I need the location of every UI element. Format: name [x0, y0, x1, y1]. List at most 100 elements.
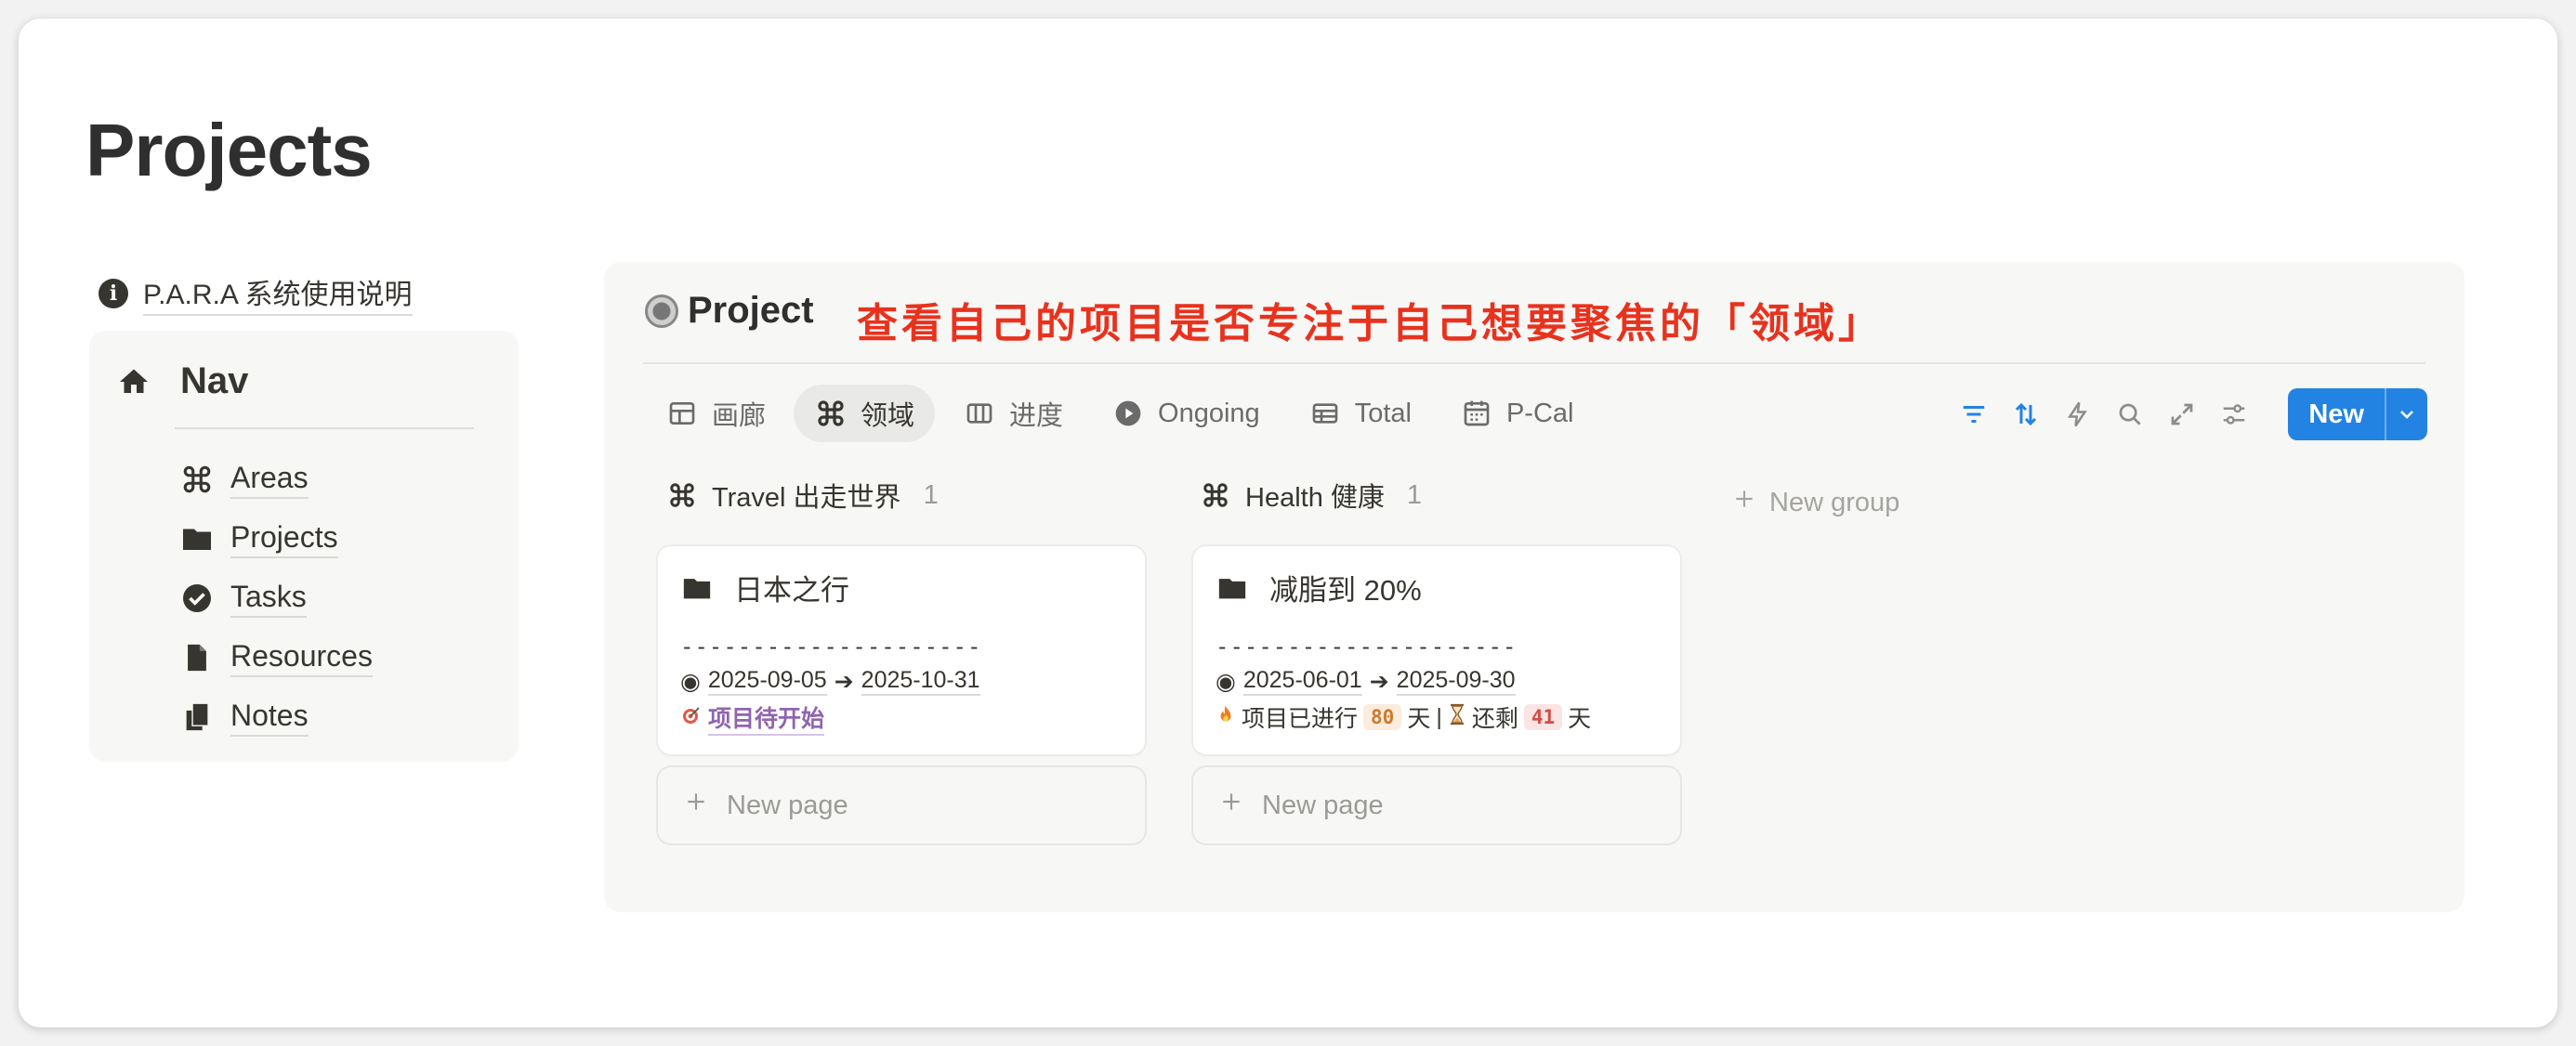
nav-item-label: Resources [230, 639, 373, 677]
new-button[interactable]: New [2288, 388, 2385, 440]
command-icon [1199, 478, 1232, 512]
day-unit: 天 [1568, 706, 1592, 732]
gallery-icon [665, 397, 699, 430]
fire-icon [1216, 703, 1236, 732]
nav-item-notes[interactable]: Notes [180, 687, 373, 747]
command-icon [665, 478, 699, 512]
folder-icon [1216, 571, 1249, 605]
card-date-range: ◉ 2025-09-05 ➔ 2025-10-31 [680, 667, 980, 696]
status-label[interactable]: 项目待开始 [708, 700, 825, 736]
new-group-button[interactable]: New group [1732, 487, 1899, 518]
lightning-icon[interactable] [2061, 398, 2095, 431]
database-divider [643, 362, 2425, 364]
dart-icon [680, 704, 703, 733]
nav-item-label: Projects [230, 520, 338, 558]
arrow-right-icon: ➔ [834, 668, 854, 695]
tab-ongoing[interactable]: Ongoing [1091, 385, 1281, 442]
separator: | [1436, 703, 1442, 730]
target-icon: ◉ [680, 668, 701, 695]
group-name: Travel 出走世界 [712, 483, 901, 513]
tab-gallery[interactable]: 画廊 [645, 385, 786, 442]
annotation-text: 查看自己的项目是否专注于自己想要聚焦的「领域」 [857, 300, 1883, 347]
card-status: 项目待开始 [680, 700, 825, 736]
nav-item-label: Areas [230, 461, 309, 499]
project-card-japan[interactable]: 日本之行 --------------------- ◉ 2025-09-05 … [658, 546, 1145, 754]
card-separator: --------------------- [1216, 634, 1518, 660]
search-icon[interactable] [2113, 398, 2147, 431]
hourglass-icon [1448, 703, 1466, 732]
card-title: 日本之行 [734, 574, 849, 607]
plus-icon [1219, 790, 1243, 821]
copy-icon [180, 700, 214, 734]
new-button-group: New [2288, 388, 2427, 440]
database-header: Project [645, 290, 814, 332]
end-date: 2025-09-30 [1396, 667, 1516, 696]
radio-icon [645, 294, 678, 328]
day-unit: 天 [1407, 706, 1431, 732]
nav-item-resources[interactable]: Resources [180, 628, 373, 687]
app-window: Projects i P.A.R.A 系统使用说明 Nav Areas Proj… [19, 19, 2557, 1027]
tab-label: 画廊 [712, 401, 767, 431]
nav-item-label: Tasks [230, 580, 307, 618]
new-group-label: New group [1769, 487, 1900, 517]
tab-progress[interactable]: 进度 [942, 385, 1084, 442]
database-title[interactable]: Project [688, 290, 814, 332]
sort-icon[interactable] [2009, 398, 2043, 431]
view-tabs: 画廊 领域 进度 Ongoing Total P-Cal [645, 385, 1594, 442]
new-page-label: New page [1262, 790, 1384, 820]
tab-total[interactable]: Total [1288, 385, 1432, 442]
nav-item-label: Notes [230, 699, 309, 737]
home-icon [117, 365, 151, 399]
project-database: Project 查看自己的项目是否专注于自己想要聚焦的「领域」 画廊 领域 进度… [604, 262, 2464, 912]
nav-divider [175, 427, 474, 429]
group-count: 1 [1406, 479, 1423, 510]
chevron-down-icon [2400, 411, 2413, 419]
nav-item-tasks[interactable]: Tasks [180, 569, 373, 628]
remaining-days-badge: 41 [1523, 704, 1563, 730]
arrow-right-icon: ➔ [1369, 668, 1389, 695]
progress-prefix: 项目已进行 [1242, 706, 1359, 732]
group-header-travel[interactable]: Travel 出走世界 1 [665, 476, 939, 515]
elapsed-days-badge: 80 [1363, 704, 1402, 730]
board-icon [963, 397, 996, 430]
nav-title: Nav [180, 360, 249, 401]
card-title: 减脂到 20% [1269, 574, 1422, 607]
new-page-button-travel[interactable]: New page [658, 767, 1145, 843]
group-header-health[interactable]: Health 健康 1 [1199, 476, 1422, 515]
card-title-row: 日本之行 [680, 567, 849, 608]
nav-item-projects[interactable]: Projects [180, 509, 373, 569]
plus-icon [1732, 487, 1756, 518]
check-circle-icon [180, 582, 214, 615]
target-icon: ◉ [1216, 668, 1236, 695]
remaining-prefix: 还剩 [1471, 706, 1518, 732]
tab-label: P-Cal [1505, 398, 1574, 428]
settings-sliders-icon[interactable] [2217, 398, 2251, 431]
start-date: 2025-06-01 [1242, 667, 1362, 696]
calendar-icon [1460, 397, 1493, 430]
group-count: 1 [923, 479, 939, 510]
new-page-button-health[interactable]: New page [1193, 767, 1680, 843]
tab-label: Ongoing [1158, 398, 1260, 428]
page-title: Projects [85, 109, 373, 191]
new-dropdown-button[interactable] [2385, 388, 2427, 440]
nav-header: Nav [117, 360, 248, 402]
play-circle-icon [1111, 397, 1145, 430]
new-page-label: New page [727, 790, 848, 820]
nav-callout: Nav Areas Projects Tasks Resources Notes [89, 331, 519, 762]
database-toolbar: New [1957, 388, 2427, 440]
tab-domain[interactable]: 领域 [794, 385, 936, 442]
info-icon: i [99, 279, 128, 308]
file-icon [180, 641, 214, 674]
expand-icon[interactable] [2165, 398, 2199, 431]
card-title-row: 减脂到 20% [1216, 567, 1422, 608]
plus-icon [684, 790, 708, 821]
nav-list: Areas Projects Tasks Resources Notes [180, 450, 373, 747]
filter-icon[interactable] [1957, 398, 1991, 431]
group-name: Health 健康 [1245, 483, 1385, 513]
para-guide-link[interactable]: i P.A.R.A 系统使用说明 [99, 271, 413, 316]
card-date-range: ◉ 2025-06-01 ➔ 2025-09-30 [1216, 667, 1516, 696]
tab-p-cal[interactable]: P-Cal [1439, 385, 1595, 442]
command-icon [180, 463, 214, 496]
nav-item-areas[interactable]: Areas [180, 450, 373, 509]
project-card-fat-loss[interactable]: 减脂到 20% --------------------- ◉ 2025-06-… [1193, 546, 1680, 754]
